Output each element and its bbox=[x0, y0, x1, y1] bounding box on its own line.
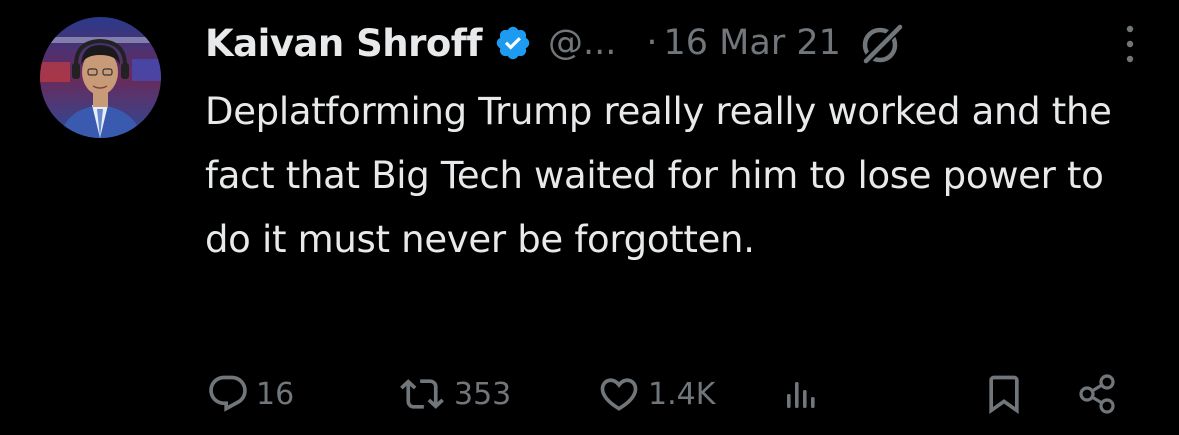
reply-count: 16 bbox=[256, 376, 295, 412]
share-icon bbox=[1079, 374, 1115, 414]
bookmark-icon bbox=[989, 375, 1019, 415]
share-button[interactable] bbox=[1076, 366, 1120, 422]
grok-icon[interactable] bbox=[859, 20, 905, 66]
retweet-icon bbox=[400, 379, 444, 409]
separator-dot: · bbox=[646, 23, 658, 63]
reply-button[interactable]: 16 bbox=[206, 366, 294, 422]
tweet-actions: 16 353 1.4K bbox=[200, 366, 1130, 422]
tweet-date[interactable]: 16 Mar 21 bbox=[664, 23, 841, 63]
verified-badge-icon[interactable] bbox=[494, 24, 532, 62]
views-icon bbox=[787, 382, 815, 408]
avatar[interactable] bbox=[40, 17, 161, 138]
more-icon[interactable] bbox=[1115, 22, 1145, 66]
like-button[interactable]: 1.4K bbox=[596, 366, 715, 422]
avatar-image bbox=[40, 17, 161, 138]
like-count: 1.4K bbox=[648, 376, 716, 412]
like-icon bbox=[600, 378, 638, 411]
reply-icon bbox=[209, 375, 247, 412]
bookmark-button[interactable] bbox=[982, 366, 1026, 422]
views-button[interactable] bbox=[780, 366, 824, 422]
retweet-count: 353 bbox=[454, 376, 512, 412]
tweet-text: Deplatforming Trump really really worked… bbox=[205, 90, 1112, 261]
author-display-name[interactable]: Kaivan Shroff bbox=[205, 22, 482, 65]
tweet-header: Kaivan Shroff @... · 16 Mar 21 bbox=[205, 18, 1145, 68]
author-handle[interactable]: @... bbox=[548, 23, 616, 63]
retweet-button[interactable]: 353 bbox=[396, 366, 511, 422]
